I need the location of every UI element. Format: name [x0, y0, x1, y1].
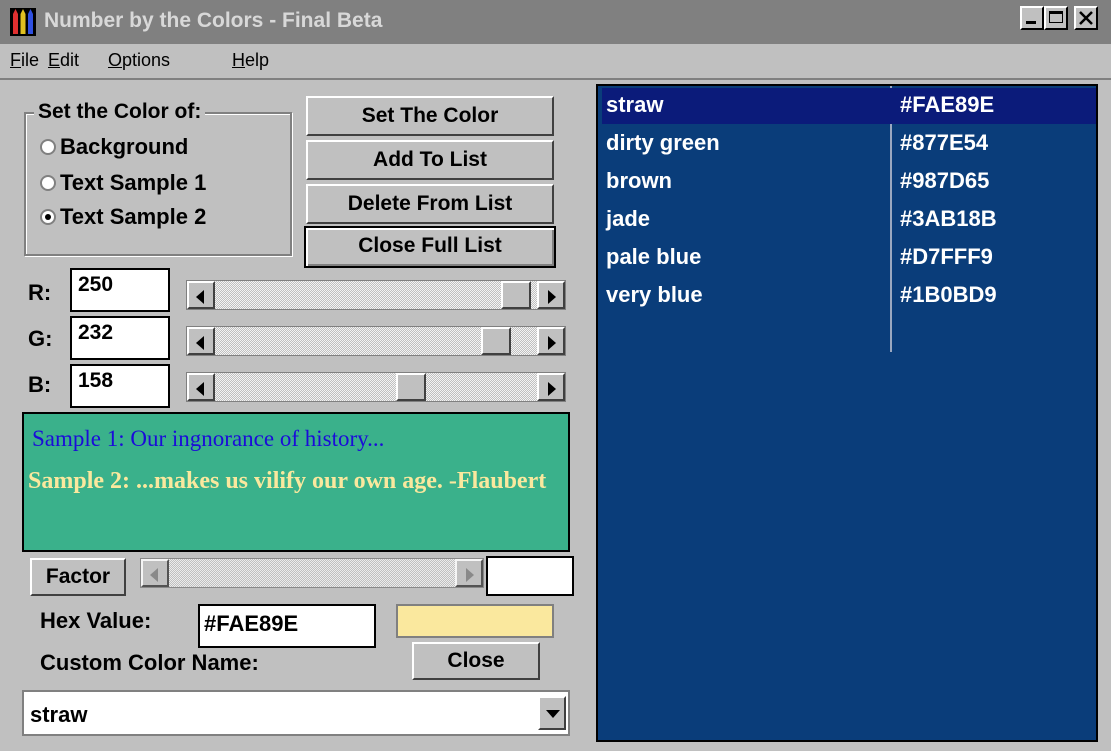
radio-text-sample-1[interactable]: Text Sample 1 — [40, 170, 206, 200]
blue-input[interactable]: 158 — [70, 364, 170, 408]
scroll-right-button[interactable] — [455, 559, 483, 587]
color-hex: #3AB18B — [900, 206, 997, 231]
color-name: dirty green — [606, 130, 720, 155]
red-input[interactable]: 250 — [70, 268, 170, 312]
arrow-right-icon — [466, 568, 474, 582]
factor-scrollbar[interactable] — [140, 558, 484, 588]
add-to-list-button[interactable]: Add To List — [306, 140, 554, 180]
scroll-right-button[interactable] — [537, 373, 565, 401]
list-item[interactable]: very blue #1B0BD9 — [602, 278, 1096, 314]
minimize-button[interactable] — [1020, 6, 1044, 30]
close-button[interactable]: Close — [412, 642, 540, 680]
green-input[interactable]: 232 — [70, 316, 170, 360]
combo-dropdown-button[interactable] — [538, 696, 566, 730]
scroll-left-button[interactable] — [187, 281, 215, 309]
color-name: brown — [606, 168, 672, 193]
color-name: very blue — [606, 282, 703, 307]
blue-label: B: — [28, 372, 52, 397]
custom-color-name-combo[interactable]: straw — [22, 690, 570, 736]
radio-background[interactable]: Background — [40, 134, 188, 164]
scroll-right-button[interactable] — [537, 281, 565, 309]
group-legend: Set the Color of: — [34, 100, 206, 124]
sample-preview: Sample 1: Our ingnorance of history... S… — [22, 412, 570, 552]
blue-scrollbar[interactable] — [186, 372, 566, 402]
arrow-right-icon — [548, 382, 556, 396]
red-slider-thumb[interactable] — [501, 281, 531, 309]
list-item[interactable]: brown #987D65 — [602, 164, 1096, 200]
set-the-color-button[interactable]: Set The Color — [306, 96, 554, 136]
hex-value-input[interactable]: #FAE89E — [198, 604, 376, 648]
sample-1-text: Sample 1: Our ingnorance of history... — [32, 426, 385, 451]
window-title: Number by the Colors - Final Beta — [44, 9, 383, 32]
scroll-left-button[interactable] — [187, 327, 215, 355]
arrow-left-icon — [196, 382, 204, 396]
factor-value-field[interactable] — [486, 556, 574, 596]
color-hex: #877E54 — [900, 130, 989, 155]
menu-bar: File Edit Options Help — [0, 44, 1111, 80]
color-name: straw — [606, 92, 664, 117]
scroll-right-button[interactable] — [537, 327, 565, 355]
green-scrollbar[interactable] — [186, 326, 566, 356]
custom-color-name-label: Custom Color Name: — [40, 650, 259, 675]
color-swatch — [396, 604, 554, 638]
arrow-left-icon — [196, 336, 204, 350]
maximize-button[interactable] — [1044, 6, 1068, 30]
chevron-down-icon — [546, 710, 560, 718]
crayons-icon[interactable] — [10, 8, 36, 36]
custom-color-name-value: straw — [30, 702, 88, 727]
blue-slider-thumb[interactable] — [396, 373, 426, 401]
menu-options[interactable]: Options — [108, 50, 170, 71]
color-hex: #FAE89E — [900, 92, 995, 117]
close-window-button[interactable] — [1074, 6, 1098, 30]
menu-edit[interactable]: Edit — [48, 50, 79, 71]
green-slider-thumb[interactable] — [481, 327, 511, 355]
delete-from-list-button[interactable]: Delete From List — [306, 184, 554, 224]
radio-text-sample-2[interactable]: Text Sample 2 — [40, 204, 206, 234]
sample-2-text: Sample 2: ...makes us vilify our own age… — [28, 468, 547, 494]
hex-value-label: Hex Value: — [40, 608, 152, 633]
color-name: pale blue — [606, 244, 702, 269]
minimize-icon — [1026, 21, 1036, 24]
app-window: Number by the Colors - Final Beta File E… — [0, 0, 1111, 751]
arrow-left-icon — [196, 290, 204, 304]
scroll-left-button[interactable] — [141, 559, 169, 587]
color-name: jade — [606, 206, 651, 231]
close-icon — [1079, 11, 1093, 25]
maximize-icon — [1049, 11, 1063, 23]
color-hex: #1B0BD9 — [900, 282, 997, 307]
radio-circle[interactable] — [40, 209, 56, 225]
arrow-left-icon — [150, 568, 158, 582]
list-item[interactable]: jade #3AB18B — [602, 202, 1096, 238]
red-scrollbar[interactable] — [186, 280, 566, 310]
color-hex: #D7FFF9 — [900, 244, 993, 269]
title-bar[interactable]: Number by the Colors - Final Beta — [0, 0, 1111, 44]
radio-circle[interactable] — [40, 139, 56, 155]
list-item[interactable]: straw #FAE89E — [602, 88, 1096, 124]
list-item[interactable]: dirty green #877E54 — [602, 126, 1096, 162]
arrow-right-icon — [548, 290, 556, 304]
color-hex: #987D65 — [900, 168, 990, 193]
menu-file[interactable]: File — [10, 50, 39, 71]
red-label: R: — [28, 280, 52, 305]
radio-circle[interactable] — [40, 175, 56, 191]
green-label: G: — [28, 326, 53, 351]
color-list[interactable]: straw #FAE89E dirty green #877E54 brown #987D… — [596, 84, 1098, 742]
arrow-right-icon — [548, 336, 556, 350]
close-full-list-button[interactable]: Close Full List — [304, 226, 556, 268]
factor-button[interactable]: Factor — [30, 558, 126, 596]
list-item[interactable]: pale blue #D7FFF9 — [602, 240, 1096, 276]
menu-help[interactable]: Help — [232, 50, 269, 71]
scroll-left-button[interactable] — [187, 373, 215, 401]
